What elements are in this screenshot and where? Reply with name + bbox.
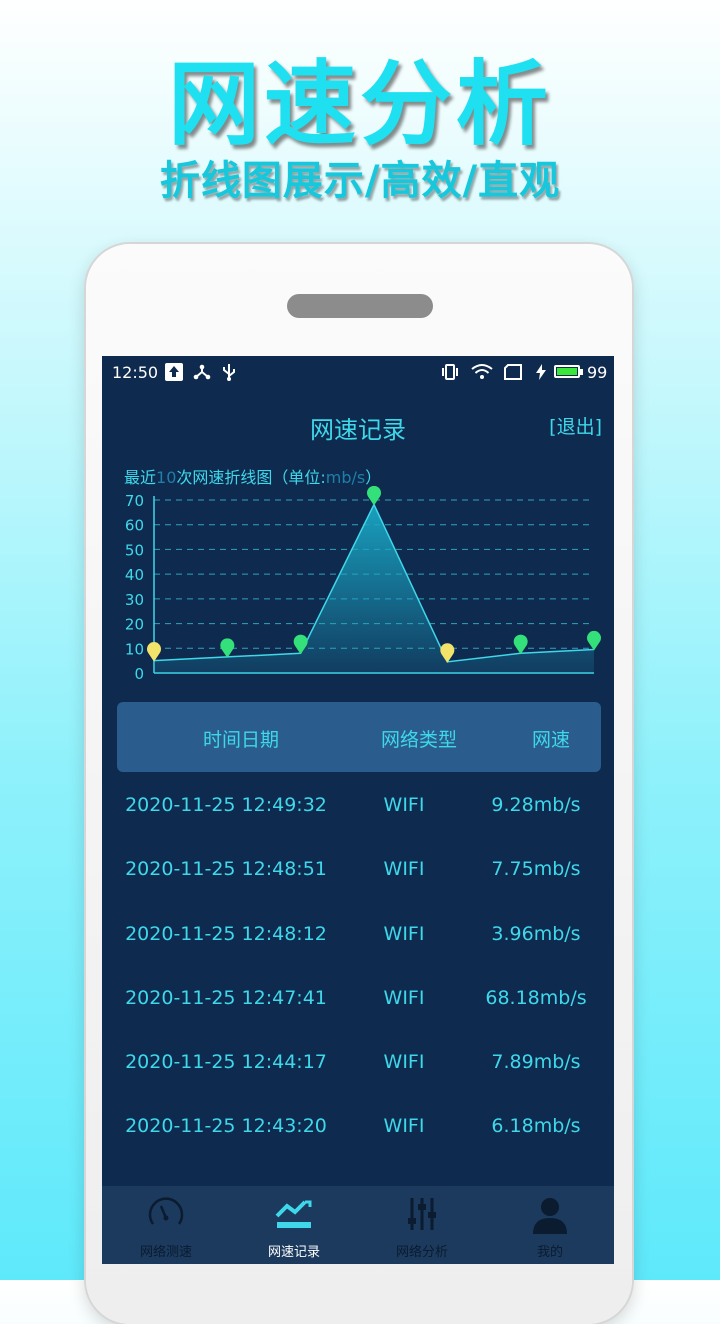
phone-speaker bbox=[287, 294, 433, 318]
records-list[interactable]: 2020-11-25 12:49:32 WIFI 9.28mb/s 2020-1… bbox=[102, 774, 614, 1160]
bottom-nav: 网络测速 网速记录 网络分析 我的 bbox=[102, 1186, 614, 1264]
cell-datetime: 2020-11-25 12:47:41 bbox=[125, 986, 327, 1009]
battery-level: 99 bbox=[587, 363, 608, 382]
y-tick-label: 50 bbox=[125, 541, 144, 559]
nav-label-speed-records: 网速记录 bbox=[267, 1245, 320, 1260]
nav-item-speed-records[interactable]: 网速记录 bbox=[230, 1186, 358, 1264]
data-point-marker bbox=[587, 630, 601, 651]
cell-network-type: WIFI bbox=[383, 986, 425, 1009]
cell-speed: 3.96mb/s bbox=[491, 922, 581, 945]
cell-datetime: 2020-11-25 12:44:17 bbox=[125, 1051, 327, 1074]
battery-icon bbox=[554, 365, 580, 378]
cell-speed: 7.75mb/s bbox=[491, 858, 581, 881]
y-tick-label: 60 bbox=[125, 517, 144, 535]
cell-datetime: 2020-11-25 12:48:51 bbox=[125, 858, 327, 881]
column-header-speed: 网速 bbox=[531, 729, 570, 751]
table-header: 时间日期 网络类型 网速 bbox=[117, 702, 601, 772]
series-area bbox=[154, 504, 594, 673]
table-row: 2020-11-25 12:49:32 WIFI 9.28mb/s bbox=[102, 774, 614, 838]
cell-network-type: WIFI bbox=[383, 1051, 425, 1074]
cell-datetime: 2020-11-25 12:48:12 bbox=[125, 922, 327, 945]
y-tick-label: 70 bbox=[125, 492, 144, 510]
cell-network-type: WIFI bbox=[383, 794, 425, 816]
vibrate-icon bbox=[442, 364, 458, 380]
nav-item-network-analysis[interactable]: 网络分析 bbox=[358, 1186, 486, 1264]
data-point-marker bbox=[220, 638, 235, 658]
cell-network-type: WIFI bbox=[383, 858, 425, 881]
usb-icon bbox=[223, 364, 235, 381]
cell-speed: 6.18mb/s bbox=[491, 1115, 581, 1138]
y-tick-label: 30 bbox=[125, 591, 144, 609]
upload-icon bbox=[165, 363, 183, 381]
chart-caption-prefix: 最近 bbox=[124, 468, 157, 487]
status-time: 12:50 bbox=[112, 363, 159, 382]
table-row: 2020-11-25 12:44:17 WIFI 7.89mb/s bbox=[102, 1031, 614, 1095]
status-bar: 12:50 99 bbox=[102, 356, 614, 390]
cell-network-type: WIFI bbox=[383, 922, 425, 945]
chart-caption: 最近10次网速折线图（单位:mb/s） bbox=[124, 464, 381, 488]
wifi-icon bbox=[471, 364, 493, 379]
data-point-marker bbox=[367, 486, 381, 506]
promo-title: 网速分析 bbox=[167, 51, 552, 158]
data-point-marker bbox=[513, 634, 528, 655]
table-row: 2020-11-25 12:47:41 WIFI 68.18mb/s bbox=[102, 967, 614, 1031]
promo-subtitle: 折线图展示/高效/直观 bbox=[159, 158, 561, 204]
exit-button[interactable]: [退出] bbox=[549, 412, 602, 439]
chart-caption-suffix: ） bbox=[365, 468, 382, 487]
sliders-icon bbox=[408, 1198, 436, 1230]
y-tick-label: 10 bbox=[125, 640, 144, 658]
nav-item-mine[interactable]: 我的 bbox=[486, 1186, 614, 1264]
y-tick-label: 20 bbox=[125, 616, 144, 634]
speedometer-icon bbox=[148, 1197, 184, 1225]
nav-item-speed-test[interactable]: 网络测速 bbox=[102, 1186, 230, 1264]
y-tick-label: 0 bbox=[134, 665, 144, 683]
table-row: 2020-11-25 12:48:12 WIFI 3.96mb/s bbox=[102, 903, 614, 967]
nav-label-speed-test: 网络测速 bbox=[139, 1245, 192, 1260]
share-icon bbox=[193, 364, 211, 380]
table-row: 2020-11-25 12:43:20 WIFI 6.18mb/s bbox=[102, 1095, 614, 1159]
speed-line-chart: 70 60 50 40 30 20 10 0 bbox=[125, 486, 601, 683]
column-header-network-type: 网络类型 bbox=[380, 729, 457, 751]
chart-caption-unit: mb/s bbox=[325, 468, 366, 487]
y-tick-label: 40 bbox=[125, 566, 144, 584]
page-title: 网速记录 bbox=[310, 416, 406, 444]
screen-icon bbox=[504, 364, 522, 380]
user-icon bbox=[533, 1198, 567, 1234]
charging-icon bbox=[536, 364, 546, 380]
table-row: 2020-11-25 12:48:51 WIFI 7.75mb/s bbox=[102, 838, 614, 902]
cell-speed: 68.18mb/s bbox=[485, 986, 587, 1009]
nav-label-network-analysis: 网络分析 bbox=[395, 1245, 448, 1260]
cell-datetime: 2020-11-25 12:43:20 bbox=[125, 1115, 327, 1138]
chart-caption-count: 10 bbox=[156, 468, 177, 487]
title-bar: 网速记录 [退出] bbox=[102, 406, 614, 446]
column-header-datetime: 时间日期 bbox=[202, 729, 279, 751]
data-point-marker bbox=[147, 642, 161, 662]
cell-network-type: WIFI bbox=[383, 1115, 425, 1138]
cell-speed: 7.89mb/s bbox=[491, 1051, 581, 1074]
cell-speed: 9.28mb/s bbox=[491, 794, 581, 816]
cell-datetime: 2020-11-25 12:49:32 bbox=[125, 794, 327, 816]
nav-label-mine: 我的 bbox=[536, 1245, 563, 1260]
line-chart-icon bbox=[275, 1200, 312, 1228]
chart-caption-middle: 次网速折线图（单位: bbox=[176, 468, 326, 487]
app-screen: 12:50 99 网速记录 [退出] 最近10次网速折线图（单位:mb/s） 7… bbox=[102, 356, 614, 1264]
